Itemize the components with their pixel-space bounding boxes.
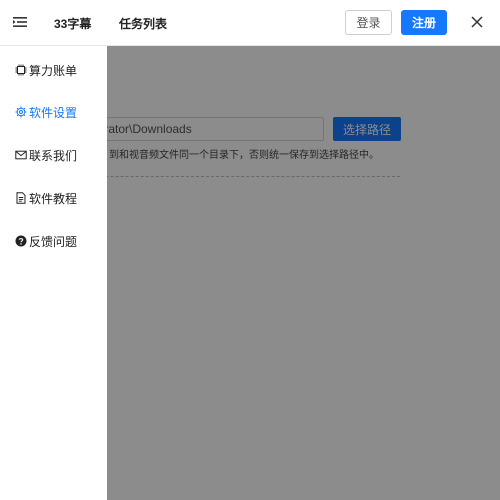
drawer-item-feedback[interactable]: 反馈问题 xyxy=(15,233,77,249)
side-drawer: 算力账单 软件设置 联系我们 软件教程 反馈问题 xyxy=(0,46,107,500)
drawer-item-label: 算力账单 xyxy=(29,63,78,78)
drawer-item-contact[interactable]: 联系我们 xyxy=(15,147,77,163)
drawer-item-label: 联系我们 xyxy=(29,148,78,163)
drawer-item-billing[interactable]: 算力账单 xyxy=(15,62,77,78)
menu-collapse-icon[interactable] xyxy=(12,14,28,30)
register-button[interactable]: 注册 xyxy=(401,10,447,35)
mail-icon xyxy=(15,150,27,160)
close-icon[interactable] xyxy=(470,15,484,29)
chip-icon xyxy=(15,64,27,76)
question-icon xyxy=(15,235,27,247)
task-list-link[interactable]: 任务列表 xyxy=(119,15,167,32)
drawer-item-label: 软件教程 xyxy=(29,191,78,206)
app-title: 33字幕 xyxy=(54,17,92,31)
top-bar: 33字幕 任务列表 登录 注册 xyxy=(0,0,500,46)
login-button[interactable]: 登录 xyxy=(345,10,392,35)
drawer-item-label: 反馈问题 xyxy=(29,234,78,249)
gear-icon xyxy=(15,106,27,118)
drawer-item-tutorial[interactable]: 软件教程 xyxy=(15,190,77,206)
drawer-item-label: 软件设置 xyxy=(29,105,78,120)
document-icon xyxy=(16,192,26,204)
drawer-item-settings[interactable]: 软件设置 xyxy=(15,104,77,120)
